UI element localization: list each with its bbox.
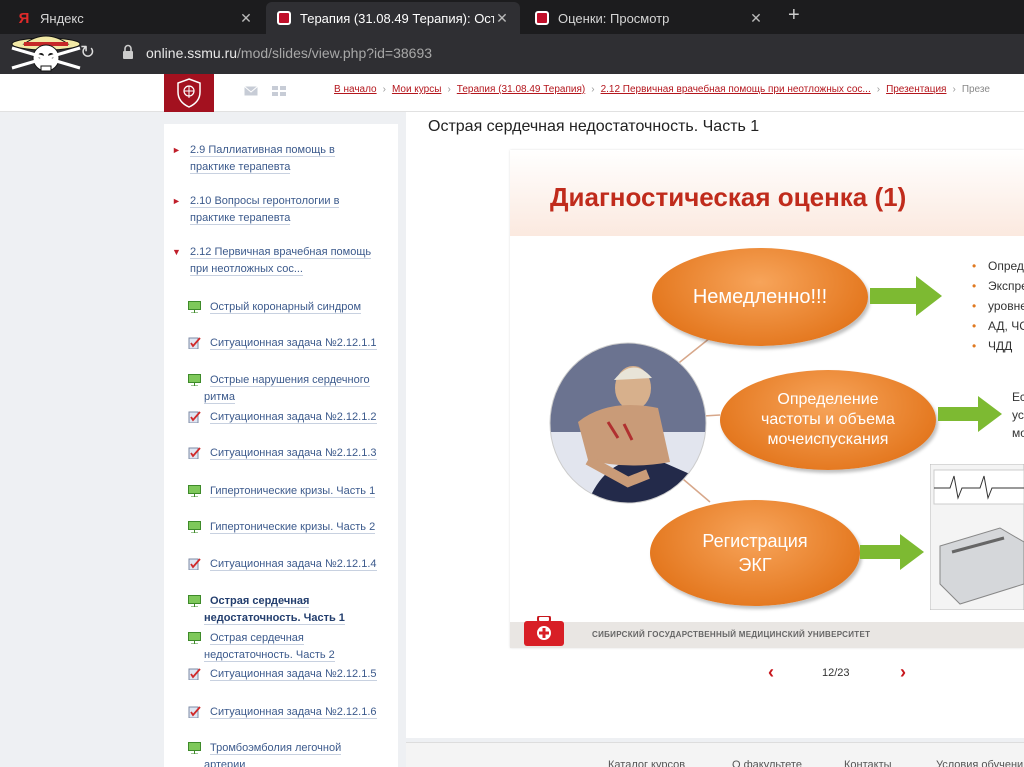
slide-bullets: Определ Экспресс уровней АД, ЧСС ЧДД: [972, 256, 1024, 356]
collapsed-arrow-icon: ►: [172, 145, 181, 155]
slide-pager: [510, 650, 1024, 696]
sidebar-section-2-12[interactable]: ▼ 2.12 Первичная врачебная помощь при нео…: [172, 244, 380, 278]
breadcrumb-current: Презе: [961, 84, 990, 95]
bullet-item: Экспресс: [972, 276, 1024, 296]
lock-icon: [123, 44, 133, 59]
breadcrumb-presentation[interactable]: Презентация: [886, 84, 946, 95]
close-icon[interactable]: ✕: [494, 10, 510, 27]
close-icon[interactable]: ✕: [748, 10, 764, 27]
quiz-icon: [188, 447, 201, 459]
footer-link-terms[interactable]: Условия обучени: [936, 759, 1023, 767]
reload-icon[interactable]: ↻: [80, 42, 95, 63]
sidebar-activity[interactable]: Ситуационная задача №2.12.1.1: [188, 335, 380, 352]
sidebar-activity[interactable]: Острая сердечная недостаточность. Часть …: [188, 630, 380, 664]
prev-slide-button[interactable]: ‹: [768, 662, 774, 683]
oval-ecg: Регистрация ЭКГ: [650, 500, 860, 606]
new-tab-button[interactable]: +: [788, 4, 800, 27]
sidebar-activity[interactable]: Ситуационная задача №2.12.1.6: [188, 704, 380, 721]
bullet-continuation: уровней: [972, 296, 1024, 316]
page-title: Острая сердечная недостаточность. Часть …: [428, 118, 760, 135]
tab-title: Оценки: Просмотр: [558, 10, 670, 26]
quiz-icon: [188, 706, 201, 718]
bullet-item: Определ: [972, 256, 1024, 276]
presentation-icon: [188, 632, 201, 644]
tab-title: Терапия (31.08.49 Терапия): Ост: [300, 10, 494, 26]
close-icon[interactable]: ✕: [238, 10, 254, 27]
sidebar-activity[interactable]: Острый коронарный синдром: [188, 299, 380, 316]
university-logo[interactable]: [164, 74, 214, 112]
side-text-line: мо: [1012, 426, 1024, 440]
tab-grades[interactable]: Оценки: Просмотр ✕: [524, 2, 774, 34]
url-path: /mod/slides/view.php?id=38693: [237, 45, 433, 61]
sidebar-section-2-10[interactable]: ► 2.10 Вопросы геронтологии в практике те…: [172, 193, 380, 227]
oval-immediately: Немедленно!!!: [652, 248, 868, 346]
tab-yandex[interactable]: Я Яндекс ✕: [6, 2, 264, 34]
sidebar-activity[interactable]: Ситуационная задача №2.12.1.2: [188, 409, 380, 426]
quiz-icon: [188, 337, 201, 349]
presentation-icon: [188, 374, 201, 386]
sidebar-activity[interactable]: Гипертонические кризы. Часть 1: [188, 483, 380, 500]
presentation-icon: [188, 521, 201, 533]
ssmu-crest-icon: [534, 10, 550, 26]
presentation-icon: [188, 595, 201, 607]
sidebar-activity-current[interactable]: Острая сердечная недостаточность. Часть …: [188, 593, 380, 627]
breadcrumb-separator: ›: [447, 84, 451, 95]
breadcrumb-separator: ›: [952, 84, 956, 95]
crest-icon: [177, 78, 201, 108]
site-footer: Каталог курсов О факультете Контакты Усл…: [406, 742, 1024, 767]
university-name: Сибирский государственный медицинский ун…: [592, 630, 871, 639]
sidebar-activity[interactable]: Гипертонические кризы. Часть 2: [188, 519, 380, 536]
url-field[interactable]: online.ssmu.ru/mod/slides/view.php?id=38…: [146, 45, 432, 61]
presentation-icon: [188, 485, 201, 497]
tab-title: Яндекс: [40, 10, 84, 26]
bullet-item: АД, ЧСС: [972, 316, 1024, 336]
green-arrow-icon: [860, 534, 924, 570]
quiz-icon: [188, 558, 201, 570]
tab-therapy[interactable]: Терапия (31.08.49 Терапия): Ост ✕: [266, 2, 520, 34]
page-counter: 12/23: [822, 667, 850, 679]
slide-viewer: Диагностическая оценка (1) Немедленно!!!…: [510, 150, 1024, 648]
sidebar-activity[interactable]: Тромбоэмболия легочной артерии: [188, 740, 380, 767]
sidebar-section-2-9[interactable]: ► 2.9 Паллиативная помощь в практике тера…: [172, 142, 380, 176]
breadcrumb-my-courses[interactable]: Мои курсы: [392, 84, 442, 95]
quiz-icon: [188, 668, 201, 680]
ssmu-crest-icon: [276, 10, 292, 26]
medkit-icon: [524, 616, 564, 646]
sidebar-activity[interactable]: Ситуационная задача №2.12.1.3: [188, 445, 380, 462]
oval-urination: Определение частоты и объема мочеиспуска…: [720, 370, 936, 470]
breadcrumb-home[interactable]: В начало: [334, 84, 377, 95]
jolly-roger-icon: [11, 35, 81, 72]
patient-photo: [549, 342, 707, 504]
quiz-icon: [188, 411, 201, 423]
breadcrumb-separator: ›: [382, 84, 386, 95]
footer-link-catalog[interactable]: Каталог курсов: [608, 759, 685, 767]
next-slide-button[interactable]: ›: [900, 662, 906, 683]
collapsed-arrow-icon: ►: [172, 196, 181, 206]
footer-link-about[interactable]: О факультете: [732, 759, 802, 767]
grid-icon[interactable]: [272, 86, 286, 96]
sidebar-activity[interactable]: Ситуационная задача №2.12.1.5: [188, 666, 380, 683]
yandex-icon: Я: [18, 9, 30, 27]
breadcrumb-course[interactable]: Терапия (31.08.49 Терапия): [457, 84, 585, 95]
presentation-icon: [188, 301, 201, 313]
sidebar-activity[interactable]: Острые нарушения сердечного ритма: [188, 372, 380, 406]
green-arrow-icon: [870, 276, 942, 316]
url-host: online.ssmu.ru: [146, 45, 238, 61]
breadcrumb-section[interactable]: 2.12 Первичная врачебная помощь при неот…: [601, 84, 871, 95]
footer-link-contacts[interactable]: Контакты: [844, 759, 892, 767]
mail-icon[interactable]: [244, 86, 258, 96]
expanded-arrow-icon: ▼: [172, 247, 181, 257]
side-text-line: ус: [1012, 408, 1024, 422]
breadcrumb-separator: ›: [876, 84, 881, 95]
green-arrow-icon: [938, 396, 1002, 432]
slide-side-text: Ес ус мо: [1012, 388, 1024, 442]
course-sidebar: ► 2.9 Паллиативная помощь в практике тера…: [164, 124, 398, 767]
side-text-line: Ес: [1012, 390, 1024, 404]
sidebar-activity[interactable]: Ситуационная задача №2.12.1.4: [188, 556, 380, 573]
presentation-icon: [188, 742, 201, 754]
ecg-machine-photo: [930, 464, 1024, 610]
breadcrumb-separator: ›: [591, 84, 595, 95]
breadcrumb: В начало › Мои курсы › Терапия (31.08.49 Тер…: [334, 84, 990, 95]
bullet-item: ЧДД: [972, 336, 1024, 356]
